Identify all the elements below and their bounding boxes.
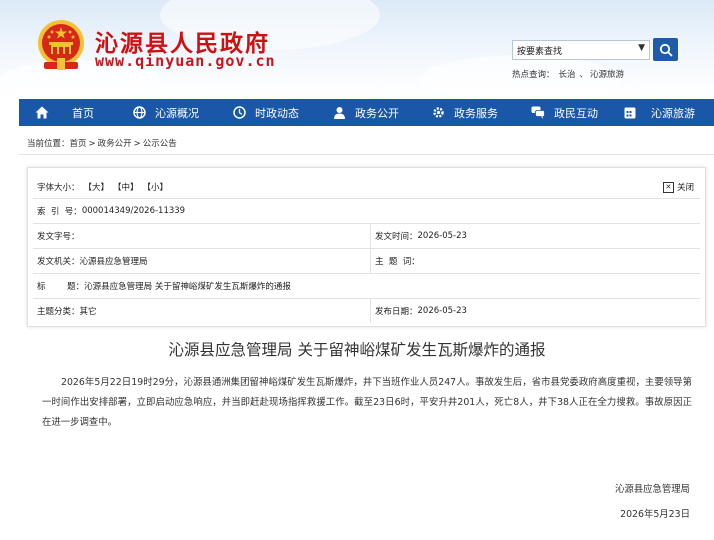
title-row: 标 题： 沁源县应急管理局 关于留神峪煤矿发生瓦斯爆炸的通报 <box>33 274 700 299</box>
index-label: 索 引 号： <box>37 207 82 217</box>
nav-item-interaction[interactable]: 政民互动 <box>531 99 598 126</box>
home-icon <box>35 106 49 119</box>
category-value: 其它 <box>79 307 97 317</box>
font-large-button[interactable]: 【大】 <box>84 181 110 193</box>
category-row: 主题分类： 其它 发布日期： 2026-05-23 <box>33 299 700 323</box>
breadcrumb-label: 当前位置： <box>27 139 70 149</box>
article-date: 2026年5月23日 <box>620 509 690 520</box>
search-icon <box>659 43 672 56</box>
close-icon: ✕ <box>662 181 674 193</box>
chevron-down-icon: ▼ <box>638 43 645 53</box>
person-icon <box>334 107 345 119</box>
font-small-button[interactable]: 【小】 <box>143 181 169 193</box>
article-body: 2026年5月22日19时29分，沁源县通洲集团留神峪煤矿发生瓦斯爆炸，井下当班… <box>42 377 692 428</box>
publish-label: 发布日期： <box>375 307 418 317</box>
font-size-label: 字体大小： <box>37 183 80 193</box>
font-size-control: 字体大小： 【大】 【中】 【小】 <box>33 176 168 198</box>
breadcrumb-link-gov-affairs[interactable]: 政务公开 <box>98 139 132 149</box>
nav-label: 时政动态 <box>255 106 299 120</box>
index-row: 索 引 号： 000014349/2026-11339 <box>33 199 700 224</box>
category-label: 主题分类： <box>37 307 80 317</box>
hot-search: 热点查询： 长治、沁源旅游 <box>512 70 625 80</box>
hot-search-label: 热点查询： <box>512 70 555 80</box>
nav-label: 首页 <box>72 106 94 120</box>
title-label: 标 题： <box>37 282 85 292</box>
issuer-label: 发文机关： <box>37 257 80 267</box>
publish-value: 2026-05-23 <box>417 306 467 316</box>
nav-item-tourism[interactable]: 沁源旅游 <box>624 99 695 126</box>
nav-item-gov-affairs[interactable]: 政务公开 <box>333 99 399 126</box>
site-header: 沁源县人民政府 www.qinyuan.gov.cn 按要素查找 ▼ 热点查询：… <box>0 0 714 97</box>
nav-label: 政务公开 <box>355 106 399 120</box>
nav-label: 政民互动 <box>554 106 598 120</box>
national-emblem-icon[interactable] <box>36 18 86 72</box>
doc-no-label: 发文字号： <box>37 232 80 242</box>
nav-item-news[interactable]: 时政动态 <box>233 99 299 126</box>
breadcrumb-separator: > <box>88 139 96 149</box>
title-value: 沁源县应急管理局 关于留神峪煤矿发生瓦斯爆炸的通报 <box>84 282 291 292</box>
doc-time-label: 发文时间： <box>375 232 418 242</box>
search-type-select[interactable]: 按要素查找 ▼ <box>512 40 650 60</box>
hot-search-link[interactable]: 长治 <box>559 70 576 80</box>
nav-item-home[interactable]: 首页 <box>35 99 94 126</box>
site-url[interactable]: www.qinyuan.gov.cn <box>95 52 276 70</box>
close-label: 关闭 <box>676 183 694 193</box>
font-medium-button[interactable]: 【中】 <box>113 181 139 193</box>
document-info-table: 字体大小： 【大】 【中】 【小】 ✕ 关闭 索 引 号： 000014349/… <box>27 167 706 327</box>
doc-no-row: 发文字号： 发文时间： 2026-05-23 <box>33 224 700 249</box>
font-size-row: 字体大小： 【大】 【中】 【小】 ✕ 关闭 <box>33 176 700 199</box>
doc-time-value: 2026-05-23 <box>417 231 467 241</box>
main-nav: 首页 沁源概况 时政动态 政务公开 政务服务 政民互动 沁源旅游 <box>19 99 714 126</box>
nav-label: 政务服务 <box>454 106 498 120</box>
gear-icon <box>433 107 444 118</box>
nav-item-services[interactable]: 政务服务 <box>432 99 498 126</box>
index-value: 000014349/2026-11339 <box>81 206 186 216</box>
globe-icon <box>133 106 146 119</box>
subject-label: 主 题 词： <box>375 257 420 267</box>
issuer-value: 沁源县应急管理局 <box>79 257 148 267</box>
nav-item-overview[interactable]: 沁源概况 <box>133 99 199 126</box>
search-type-value: 按要素查找 <box>517 47 563 57</box>
clock-icon <box>233 106 246 119</box>
search-button[interactable] <box>653 38 678 61</box>
calendar-icon <box>624 107 636 119</box>
hot-search-link[interactable]: 沁源旅游 <box>590 70 624 80</box>
breadcrumb-separator: > <box>133 139 141 149</box>
divider <box>19 154 714 155</box>
nav-label: 沁源旅游 <box>651 106 695 120</box>
article-title: 沁源县应急管理局 关于留神峪煤矿发生瓦斯爆炸的通报 <box>168 341 546 359</box>
article-signature: 沁源县应急管理局 <box>614 484 690 495</box>
breadcrumb-link-notices[interactable]: 公示公告 <box>143 139 177 149</box>
chat-icon <box>531 106 545 119</box>
breadcrumb-link-home[interactable]: 首页 <box>70 139 87 149</box>
nav-label: 沁源概况 <box>155 106 199 120</box>
breadcrumb: 当前位置：首页 > 政务公开 > 公示公告 <box>27 137 177 149</box>
issuer-row: 发文机关： 沁源县应急管理局 主 题 词： <box>33 249 700 274</box>
close-button[interactable]: ✕ 关闭 <box>662 176 694 198</box>
